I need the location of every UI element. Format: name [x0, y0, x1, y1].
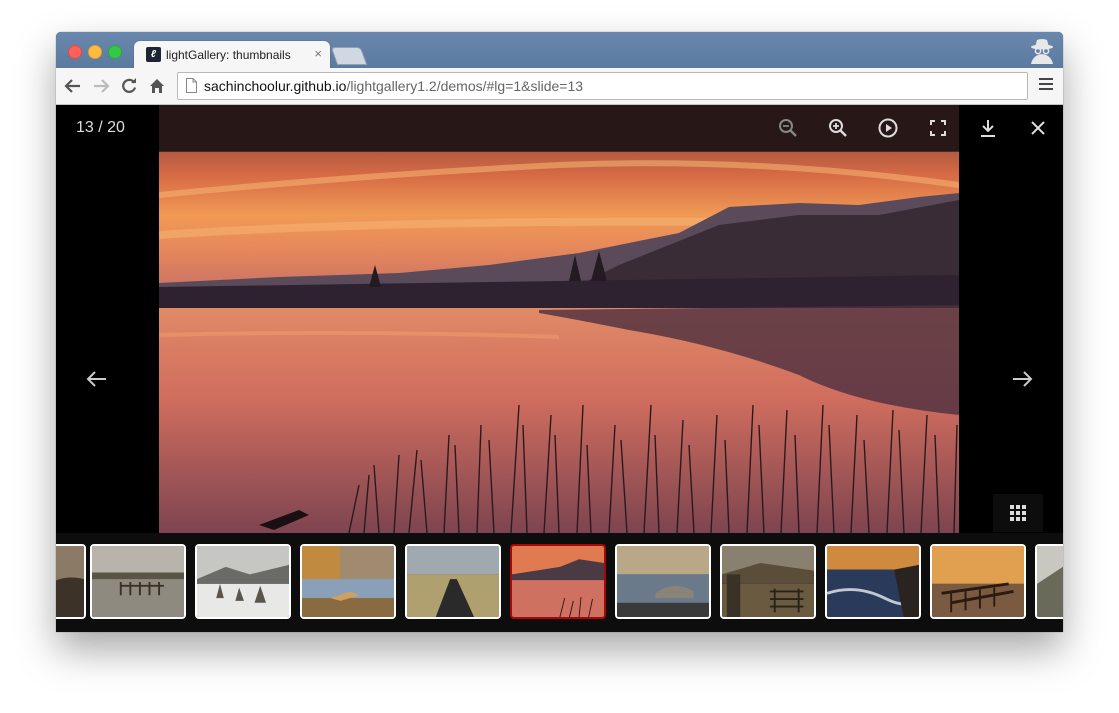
zoom-out-icon[interactable] [777, 117, 799, 139]
thumbnail-mountain-edge[interactable] [1035, 544, 1063, 619]
browser-window: ℓ lightGallery: thumbnails × sachinchool… [56, 32, 1063, 632]
tab-title: lightGallery: thumbnails [166, 48, 291, 62]
thumbnail-lake-rocks[interactable] [615, 544, 711, 619]
autoplay-icon[interactable] [877, 117, 899, 139]
prev-slide-arrow-icon[interactable] [85, 367, 109, 391]
url-text: sachinchoolur.github.io/lightgallery1.2/… [204, 78, 583, 94]
back-arrow-icon [64, 79, 80, 93]
lightgallery-viewer: 13 / 20 [56, 105, 1063, 632]
toggle-thumbnails-button[interactable] [993, 494, 1043, 532]
close-window-button[interactable] [68, 45, 82, 59]
title-bar: ℓ lightGallery: thumbnails × [56, 32, 1063, 68]
next-slide-arrow-icon[interactable] [1010, 367, 1034, 391]
forward-arrow-icon [94, 79, 110, 93]
reload-icon [122, 78, 137, 93]
thumbnail-flooded-fence[interactable] [90, 544, 186, 619]
slide-counter: 13 / 20 [76, 119, 125, 136]
thumbnail-country-road[interactable] [405, 544, 501, 619]
new-tab-button[interactable] [330, 47, 368, 65]
fullscreen-icon[interactable] [927, 117, 949, 139]
current-slide-image [159, 105, 959, 533]
zoom-in-icon[interactable] [827, 117, 849, 139]
maximize-window-button[interactable] [108, 45, 122, 59]
thumbnail-autumn-lake[interactable] [300, 544, 396, 619]
gallery-toolbar: 13 / 20 [56, 105, 1063, 151]
reload-button[interactable] [118, 75, 140, 97]
minimize-window-button[interactable] [88, 45, 102, 59]
thumbnail-sunset-lake[interactable] [510, 544, 606, 619]
url-host: sachinchoolur.github.io [204, 78, 347, 94]
browser-menu-icon[interactable] [1039, 78, 1053, 92]
address-bar[interactable]: sachinchoolur.github.io/lightgallery1.2/… [177, 72, 1028, 100]
home-button[interactable] [146, 75, 168, 97]
page-icon [186, 78, 197, 93]
tab-close-icon[interactable]: × [314, 46, 322, 61]
thumbnail-wooden-pier[interactable] [930, 544, 1026, 619]
browser-tab[interactable]: ℓ lightGallery: thumbnails × [134, 41, 330, 68]
back-button[interactable] [62, 75, 84, 97]
home-icon [150, 79, 164, 93]
close-icon[interactable] [1027, 117, 1049, 139]
thumbnail-strip [56, 533, 1063, 632]
download-icon[interactable] [977, 117, 999, 139]
browser-toolbar: sachinchoolur.github.io/lightgallery1.2/… [56, 68, 1063, 105]
incognito-icon [1031, 39, 1053, 64]
favicon-icon: ℓ [146, 47, 161, 62]
thumbnail-rocky-shore[interactable] [56, 544, 86, 619]
grid-icon [1010, 505, 1026, 521]
thumbnail-snowy-stones[interactable] [195, 544, 291, 619]
forward-button[interactable] [90, 75, 112, 97]
url-path: /lightgallery1.2/demos/#lg=1&slide=13 [346, 78, 584, 94]
thumbnail-coast-waves[interactable] [825, 544, 921, 619]
thumbnail-stone-wall-gate[interactable] [720, 544, 816, 619]
